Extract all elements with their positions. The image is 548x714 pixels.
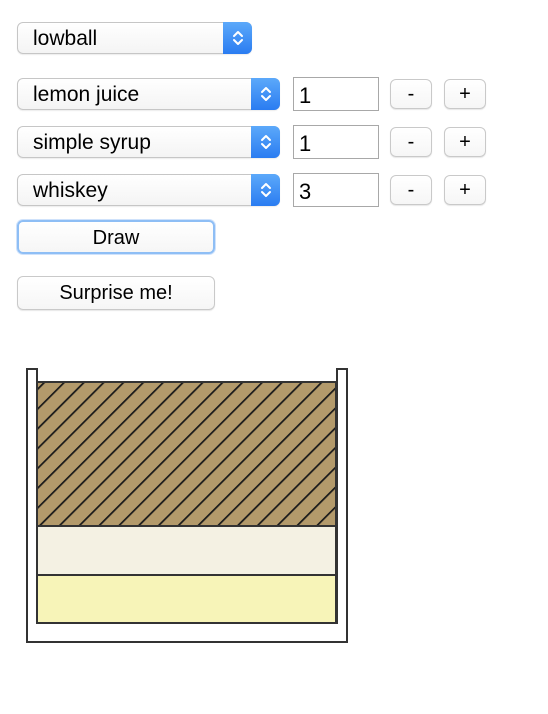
lowball-glass-drawing (26, 368, 348, 643)
glass-select-value: lowball (33, 27, 98, 50)
draw-button[interactable]: Draw (17, 220, 215, 254)
cocktail-drawing (22, 364, 356, 655)
ingredient-select-1[interactable]: lemon juice (17, 78, 280, 110)
increment-button-2[interactable]: + (444, 127, 486, 157)
ingredient-select-3-value: whiskey (33, 179, 108, 202)
decrement-button-2[interactable]: - (390, 127, 432, 157)
ingredient-select-3[interactable]: whiskey (17, 174, 280, 206)
decrement-button-3[interactable]: - (390, 175, 432, 205)
select-arrows-icon (251, 174, 280, 206)
select-arrows-icon (251, 78, 280, 110)
surprise-me-button[interactable]: Surprise me! (17, 276, 215, 310)
quantity-input-3[interactable] (293, 173, 379, 207)
glass-select[interactable]: lowball (17, 22, 252, 54)
select-arrows-icon (223, 22, 252, 54)
whiskey-layer (36, 381, 337, 527)
select-arrows-icon (251, 126, 280, 158)
quantity-input-1[interactable] (293, 77, 379, 111)
ingredient-select-1-value: lemon juice (33, 83, 140, 106)
quantity-input-2[interactable] (293, 125, 379, 159)
decrement-button-1[interactable]: - (390, 79, 432, 109)
ingredient-select-2[interactable]: simple syrup (17, 126, 280, 158)
increment-button-3[interactable]: + (444, 175, 486, 205)
increment-button-1[interactable]: + (444, 79, 486, 109)
ingredient-select-2-value: simple syrup (33, 131, 151, 154)
simple-syrup-layer (36, 525, 337, 576)
lemon-juice-layer (36, 574, 337, 624)
